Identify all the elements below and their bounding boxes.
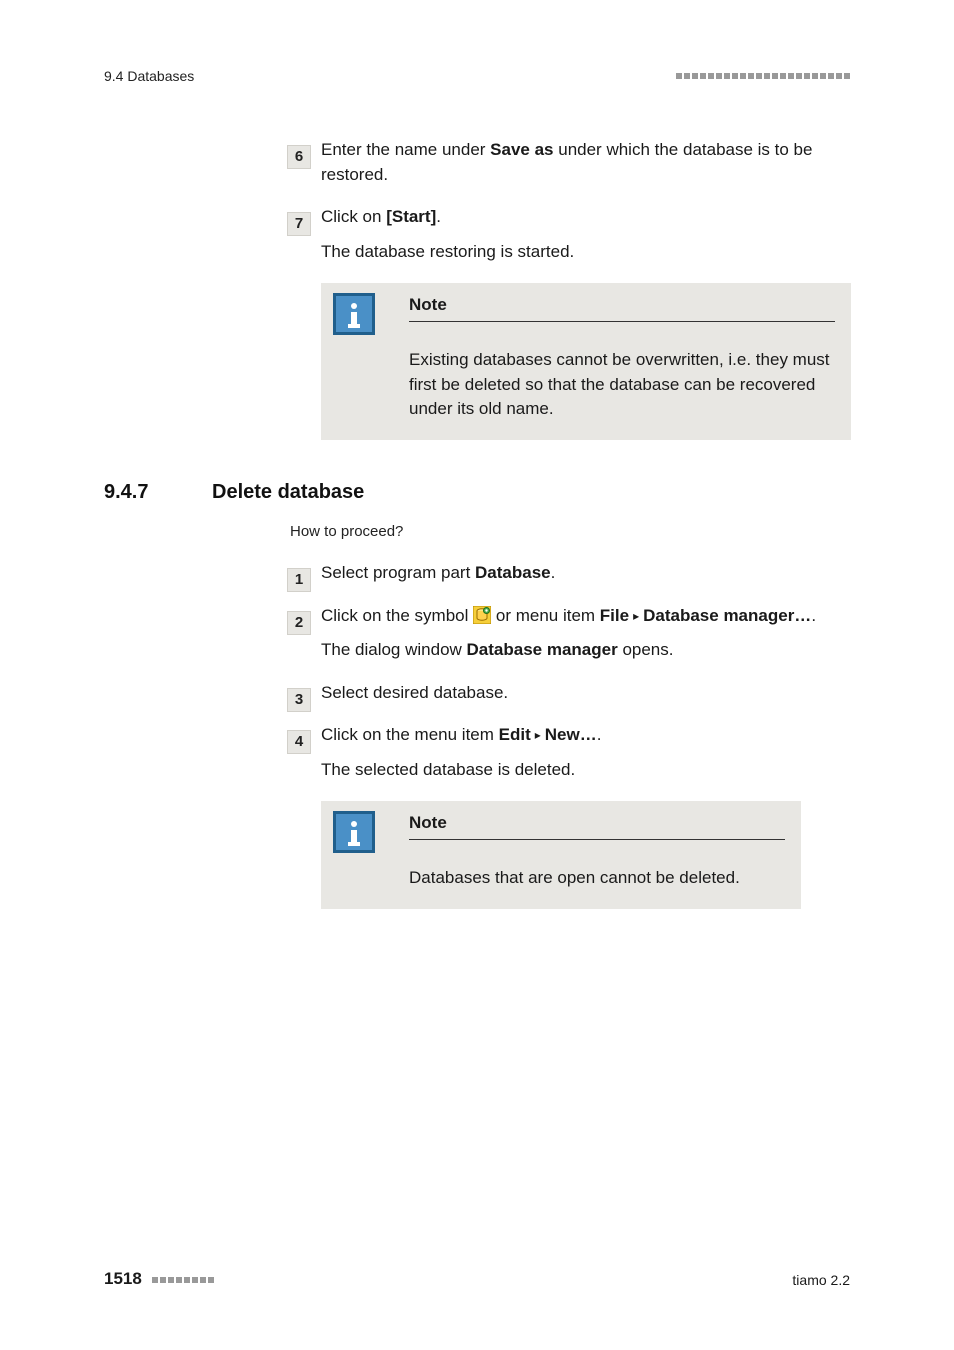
- step-text: Click on the symbol or menu item File▸Da…: [321, 604, 850, 629]
- step-number: 7: [287, 212, 311, 236]
- footer-left: 1518: [104, 1267, 214, 1292]
- step-number: 1: [287, 568, 311, 592]
- restore-step-6: 6 Enter the name under Save as under whi…: [104, 138, 850, 187]
- page-footer: 1518 tiamo 2.2: [104, 1267, 850, 1292]
- note-panel-restore: Note Existing databases cannot be overwr…: [321, 283, 851, 441]
- section-number: 9.4.7: [104, 478, 164, 507]
- delete-step-3: 3 Select desired database.: [104, 681, 850, 706]
- info-icon: [333, 293, 375, 335]
- note-body: Existing databases cannot be overwritten…: [409, 348, 835, 422]
- delete-step-2: 2 Click on the symbol or menu item File▸…: [104, 604, 850, 663]
- step-text: Click on the menu item Edit▸New….: [321, 723, 850, 748]
- step-result: The selected database is deleted.: [321, 758, 850, 783]
- note-title: Note: [409, 811, 785, 841]
- section-heading: 9.4.7 Delete database: [104, 478, 850, 507]
- step-number: 4: [287, 730, 311, 754]
- delete-step-4: 4 Click on the menu item Edit▸New…. The …: [104, 723, 850, 782]
- restore-step-7: 7 Click on [Start]. The database restori…: [104, 205, 850, 264]
- section-title: Delete database: [212, 478, 364, 507]
- step-result: The database restoring is started.: [321, 240, 850, 265]
- step-number: 2: [287, 611, 311, 635]
- note-title: Note: [409, 293, 835, 323]
- step-number: 6: [287, 145, 311, 169]
- main-content: 6 Enter the name under Save as under whi…: [104, 120, 850, 909]
- note-panel-delete: Note Databases that are open cannot be d…: [321, 801, 801, 909]
- step-text: Select program part Database.: [321, 561, 850, 586]
- note-body: Databases that are open cannot be delete…: [409, 866, 785, 891]
- page-header: 9.4 Databases: [104, 66, 850, 86]
- step-number: 3: [287, 688, 311, 712]
- step-text: Click on [Start].: [321, 205, 850, 230]
- database-manager-icon: [473, 606, 491, 624]
- section-path: 9.4 Databases: [104, 66, 194, 86]
- page-number: 1518: [104, 1267, 142, 1292]
- footer-decoration: [152, 1277, 214, 1283]
- menu-separator-icon: ▸: [633, 608, 639, 625]
- product-name: tiamo 2.2: [792, 1270, 850, 1290]
- step-result: The dialog window Database manager opens…: [321, 638, 850, 663]
- info-icon: [333, 811, 375, 853]
- howto-prompt: How to proceed?: [290, 521, 850, 543]
- header-decoration: [676, 73, 850, 79]
- delete-step-1: 1 Select program part Database.: [104, 561, 850, 586]
- step-text: Select desired database.: [321, 681, 850, 706]
- menu-separator-icon: ▸: [535, 727, 541, 744]
- step-text: Enter the name under Save as under which…: [321, 138, 850, 187]
